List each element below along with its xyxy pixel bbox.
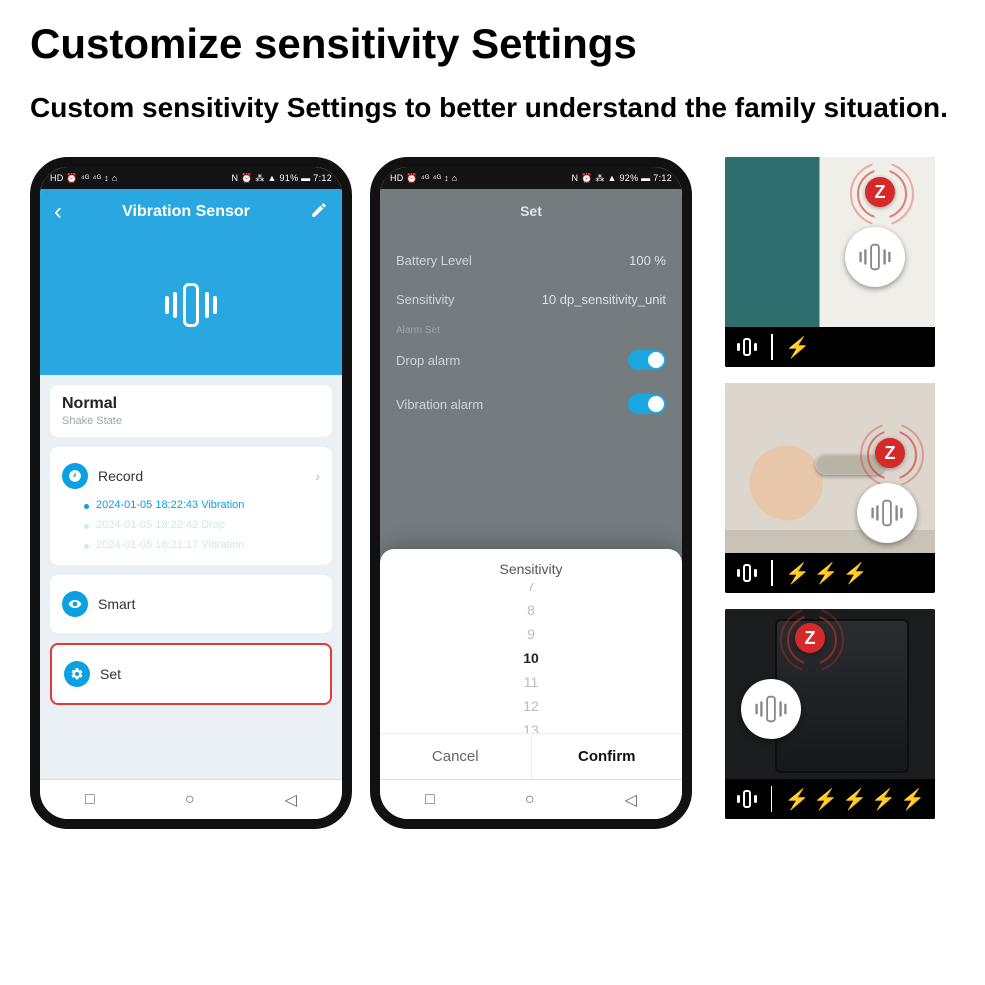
zigbee-icon: Z	[795, 623, 825, 653]
sensitivity-label: Sensitivity	[396, 292, 455, 307]
divider	[771, 334, 773, 360]
smart-card[interactable]: Smart	[50, 575, 332, 633]
drop-alarm-row: Drop alarm	[394, 338, 668, 382]
vibration-sensor-icon	[161, 275, 221, 335]
cancel-button[interactable]: Cancel	[380, 734, 532, 779]
sensitivity-value: 10 dp_sensitivity_unit	[542, 292, 666, 307]
vibration-icon	[735, 335, 759, 359]
lightning-icon: ⚡	[813, 787, 838, 812]
record-item: 2024-01-05 18:22:42 Drop	[62, 515, 320, 535]
status-left: HD ⏰ ⁴ᴳ ⁴ᴳ ↕ ⌂	[50, 173, 118, 184]
header-title: Vibration Sensor	[74, 203, 298, 221]
intensity-bolts: ⚡	[785, 335, 810, 360]
picker-option[interactable]: 7	[380, 583, 682, 598]
status-bar: HD ⏰ ⁴ᴳ ⁴ᴳ ↕ ⌂ N ⏰ ⁂ ▲ 92% ▬ 7:12	[380, 167, 682, 189]
battery-row: Battery Level 100 %	[394, 241, 668, 280]
picker-option[interactable]: 11	[380, 670, 682, 694]
state-label: Shake State	[62, 415, 320, 427]
nav-home-icon[interactable]: ○	[185, 791, 195, 809]
status-left: HD ⏰ ⁴ᴳ ⁴ᴳ ↕ ⌂	[390, 173, 458, 184]
content-row: HD ⏰ ⁴ᴳ ⁴ᴳ ↕ ⌂ N ⏰ ⁂ ▲ 91% ▬ 7:12 Vibrat…	[30, 157, 955, 829]
status-right: N ⏰ ⁂ ▲ 92% ▬ 7:12	[571, 173, 672, 184]
sensitivity-picker-sheet: Sensitivity 78910111213 Cancel Confirm	[380, 549, 682, 779]
set-label: Set	[100, 666, 318, 682]
android-navbar[interactable]: □ ○ ◁	[40, 779, 342, 819]
intensity-bolts: ⚡⚡⚡	[785, 561, 868, 586]
vibration-alarm-toggle[interactable]	[628, 394, 666, 414]
settings-title: Set	[394, 203, 668, 219]
state-card: Normal Shake State	[50, 385, 332, 437]
sensitivity-picker[interactable]: 78910111213	[380, 583, 682, 733]
vibration-icon	[735, 561, 759, 585]
smart-label: Smart	[98, 596, 320, 612]
android-navbar[interactable]: □ ○ ◁	[380, 779, 682, 819]
picker-option[interactable]: 8	[380, 598, 682, 622]
clock-icon	[62, 463, 88, 489]
tile-door: Z ⚡⚡⚡	[725, 383, 935, 593]
record-label: Record	[98, 468, 305, 484]
confirm-button[interactable]: Confirm	[532, 734, 683, 779]
status-right: N ⏰ ⁂ ▲ 91% ▬ 7:12	[231, 173, 332, 184]
battery-value: 100 %	[629, 253, 666, 268]
picker-option[interactable]: 9	[380, 622, 682, 646]
nav-recent-icon[interactable]: □	[425, 791, 435, 809]
record-item: 2024-01-05 18:22:43 Vibration	[62, 495, 320, 515]
record-card[interactable]: Record › 2024-01-05 18:22:43 Vibration 2…	[50, 447, 332, 565]
divider	[771, 786, 773, 812]
nav-home-icon[interactable]: ○	[525, 791, 535, 809]
nav-back-icon[interactable]: ◁	[625, 790, 637, 810]
lightning-icon: ⚡	[785, 335, 810, 360]
picker-option[interactable]: 13	[380, 718, 682, 733]
back-icon[interactable]	[54, 198, 62, 226]
lightning-icon: ⚡	[871, 787, 896, 812]
status-bar: HD ⏰ ⁴ᴳ ⁴ᴳ ↕ ⌂ N ⏰ ⁂ ▲ 91% ▬ 7:12	[40, 167, 342, 189]
state-value: Normal	[62, 395, 320, 413]
main-body: Normal Shake State Record › 2024-01-05 1…	[40, 375, 342, 779]
device-hero	[40, 235, 342, 375]
tile-safe: Z ⚡⚡⚡⚡⚡	[725, 609, 935, 819]
record-item: 2024-01-05 18:21:17 Vibration	[62, 535, 320, 555]
vibration-icon	[735, 787, 759, 811]
sensor-disc-icon	[741, 679, 801, 739]
sheet-title: Sensitivity	[380, 561, 682, 577]
lightning-icon: ⚡	[843, 561, 868, 586]
tile-curtain: Z ⚡	[725, 157, 935, 367]
vibration-alarm-row: Vibration alarm	[394, 382, 668, 426]
vibration-alarm-label: Vibration alarm	[396, 397, 483, 412]
intensity-bolts: ⚡⚡⚡⚡⚡	[784, 787, 925, 812]
picker-option[interactable]: 12	[380, 694, 682, 718]
alarm-section-label: Alarm Set	[394, 319, 668, 338]
picker-option[interactable]: 10	[380, 646, 682, 670]
drop-alarm-toggle[interactable]	[628, 350, 666, 370]
app-header: Vibration Sensor	[40, 189, 342, 235]
zigbee-icon: Z	[875, 438, 905, 468]
lightning-icon: ⚡	[785, 561, 810, 586]
sensor-disc-icon	[845, 227, 905, 287]
page-subheading: Custom sensitivity Settings to better un…	[30, 88, 955, 127]
page-heading: Customize sensitivity Settings	[30, 20, 955, 68]
drop-alarm-label: Drop alarm	[396, 353, 460, 368]
sensitivity-row[interactable]: Sensitivity 10 dp_sensitivity_unit	[394, 280, 668, 319]
chevron-right-icon: ›	[315, 468, 320, 484]
lightning-icon: ⚡	[900, 787, 925, 812]
sensor-disc-icon	[857, 483, 917, 543]
gear-icon	[64, 661, 90, 687]
edit-icon[interactable]	[310, 201, 328, 224]
nav-back-icon[interactable]: ◁	[285, 790, 297, 810]
lightning-icon: ⚡	[842, 787, 867, 812]
tile-strip: ⚡⚡⚡	[725, 553, 935, 593]
set-card-highlighted[interactable]: Set	[50, 643, 332, 705]
smart-icon	[62, 591, 88, 617]
phone-main-screen: HD ⏰ ⁴ᴳ ⁴ᴳ ↕ ⌂ N ⏰ ⁂ ▲ 91% ▬ 7:12 Vibrat…	[30, 157, 352, 829]
battery-label: Battery Level	[396, 253, 472, 268]
tile-strip: ⚡	[725, 327, 935, 367]
tile-strip: ⚡⚡⚡⚡⚡	[725, 779, 935, 819]
phone-settings-screen: HD ⏰ ⁴ᴳ ⁴ᴳ ↕ ⌂ N ⏰ ⁂ ▲ 92% ▬ 7:12 Set Ba…	[370, 157, 692, 829]
lightning-icon: ⚡	[784, 787, 809, 812]
zigbee-icon: Z	[865, 177, 895, 207]
usage-tiles: Z ⚡ Z ⚡⚡⚡ Z	[725, 157, 935, 819]
divider	[771, 560, 773, 586]
lightning-icon: ⚡	[814, 561, 839, 586]
nav-recent-icon[interactable]: □	[85, 791, 95, 809]
